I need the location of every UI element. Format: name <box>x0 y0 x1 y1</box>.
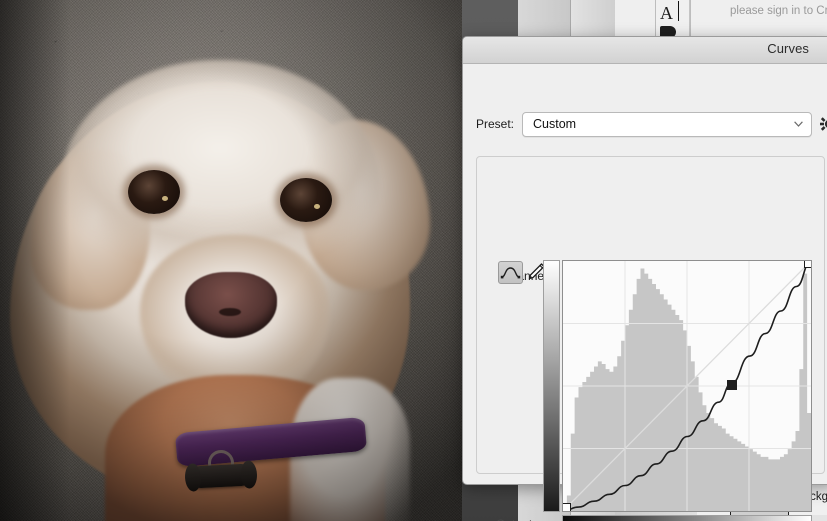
channel-group-box: Channel: RGB <box>476 156 825 521</box>
type-tool-icon[interactable]: A <box>660 2 684 24</box>
curve-tool-button[interactable] <box>498 261 523 284</box>
photoshop-window: A please sign in to Cr Backgro Curves Pr… <box>0 0 827 521</box>
curves-dialog[interactable]: Curves Preset: Custom Channel: <box>462 36 827 521</box>
output-gradient-bar <box>543 260 560 512</box>
curves-graph[interactable] <box>543 257 813 521</box>
image-canvas-dog-photo[interactable] <box>0 0 462 521</box>
curve-plot-area[interactable] <box>562 260 812 512</box>
curves-dialog-titlebar[interactable]: Curves <box>463 37 827 64</box>
curve-control-point-black[interactable] <box>563 503 571 511</box>
curves-dialog-title: Curves <box>767 41 809 56</box>
input-gradient-bar <box>562 515 812 521</box>
preset-label: Preset: <box>476 117 515 131</box>
output-label: Output: <box>496 517 535 521</box>
tone-curve-line[interactable] <box>563 261 811 511</box>
curve-control-point-selected[interactable] <box>727 379 738 390</box>
text-caret <box>678 1 679 21</box>
photo-left-shadow <box>0 0 70 521</box>
curve-tool-icon <box>500 267 521 279</box>
chevron-down-icon <box>794 121 803 127</box>
preset-select[interactable]: Custom <box>522 112 812 137</box>
gear-icon[interactable] <box>820 115 827 133</box>
preset-selected-value: Custom <box>533 117 577 131</box>
curve-control-point-white[interactable] <box>804 261 811 268</box>
creative-cloud-signin-notice: please sign in to Cr <box>730 5 827 17</box>
